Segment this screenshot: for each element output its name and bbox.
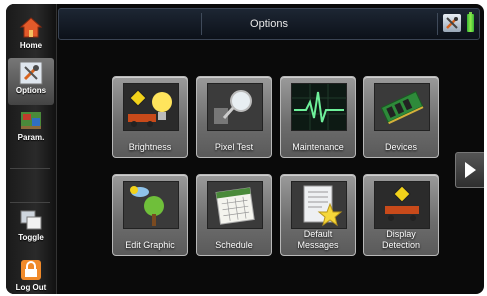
- brightness-button[interactable]: Brightness: [112, 76, 188, 158]
- tile-label: Brightness: [128, 142, 172, 152]
- document-star-icon: [291, 181, 347, 229]
- sidebar-item-label: Options: [15, 86, 47, 95]
- next-page-button[interactable]: [455, 152, 484, 188]
- tile-label: Maintenance: [292, 142, 344, 152]
- pixel-test-button[interactable]: Pixel Test: [196, 76, 272, 158]
- sidebar-item-label: Toggle: [18, 233, 44, 242]
- tools-status-icon[interactable]: [443, 14, 461, 32]
- tile-label: Pixel Test: [214, 142, 254, 152]
- tools-icon: [19, 61, 43, 85]
- display-detection-button[interactable]: Display Detection: [363, 174, 439, 256]
- sidebar-item-param[interactable]: Param.: [8, 108, 54, 142]
- maintenance-button[interactable]: Maintenance: [280, 76, 356, 158]
- devices-button[interactable]: Devices: [363, 76, 439, 158]
- trailer-sign-icon: [374, 181, 430, 229]
- sidebar: Home Options Param. Toggle Log Out: [6, 4, 57, 294]
- sidebar-item-toggle[interactable]: Toggle: [8, 208, 54, 242]
- lock-icon: [19, 258, 43, 282]
- tile-label: Default Messages: [297, 229, 339, 250]
- calendar-icon: [207, 181, 263, 229]
- battery-icon: [467, 12, 474, 32]
- tile-label: Schedule: [215, 240, 253, 250]
- tree-graphic-icon: [123, 181, 179, 229]
- sidebar-divider: [10, 202, 50, 203]
- tile-label: Devices: [384, 142, 417, 152]
- circuit-board-icon: [374, 83, 430, 131]
- sidebar-item-logout[interactable]: Log Out: [8, 258, 54, 292]
- tile-label: Edit Graphic: [125, 240, 175, 250]
- sidebar-item-label: Log Out: [15, 283, 47, 292]
- brightness-icon: [123, 83, 179, 131]
- arrow-right-icon: [465, 162, 476, 178]
- tile-label: Display Detection: [381, 229, 421, 250]
- sidebar-item-home[interactable]: Home: [8, 16, 54, 50]
- sidebar-item-options[interactable]: Options: [8, 58, 54, 105]
- sidebar-item-label: Home: [19, 41, 43, 50]
- default-messages-button[interactable]: Default Messages: [280, 174, 356, 256]
- toggle-icon: [19, 208, 43, 232]
- parameters-icon: [19, 108, 43, 132]
- device-screen: Home Options Param. Toggle Log Out Optio…: [6, 4, 484, 294]
- edit-graphic-button[interactable]: Edit Graphic: [112, 174, 188, 256]
- sidebar-divider: [10, 168, 50, 169]
- schedule-button[interactable]: Schedule: [196, 174, 272, 256]
- sidebar-item-label: Param.: [17, 133, 45, 142]
- page-title: Options: [250, 18, 288, 30]
- heartbeat-monitor-icon: [291, 83, 347, 131]
- header-bar: Options: [58, 8, 480, 40]
- home-icon: [19, 16, 43, 40]
- magnifier-icon: [207, 83, 263, 131]
